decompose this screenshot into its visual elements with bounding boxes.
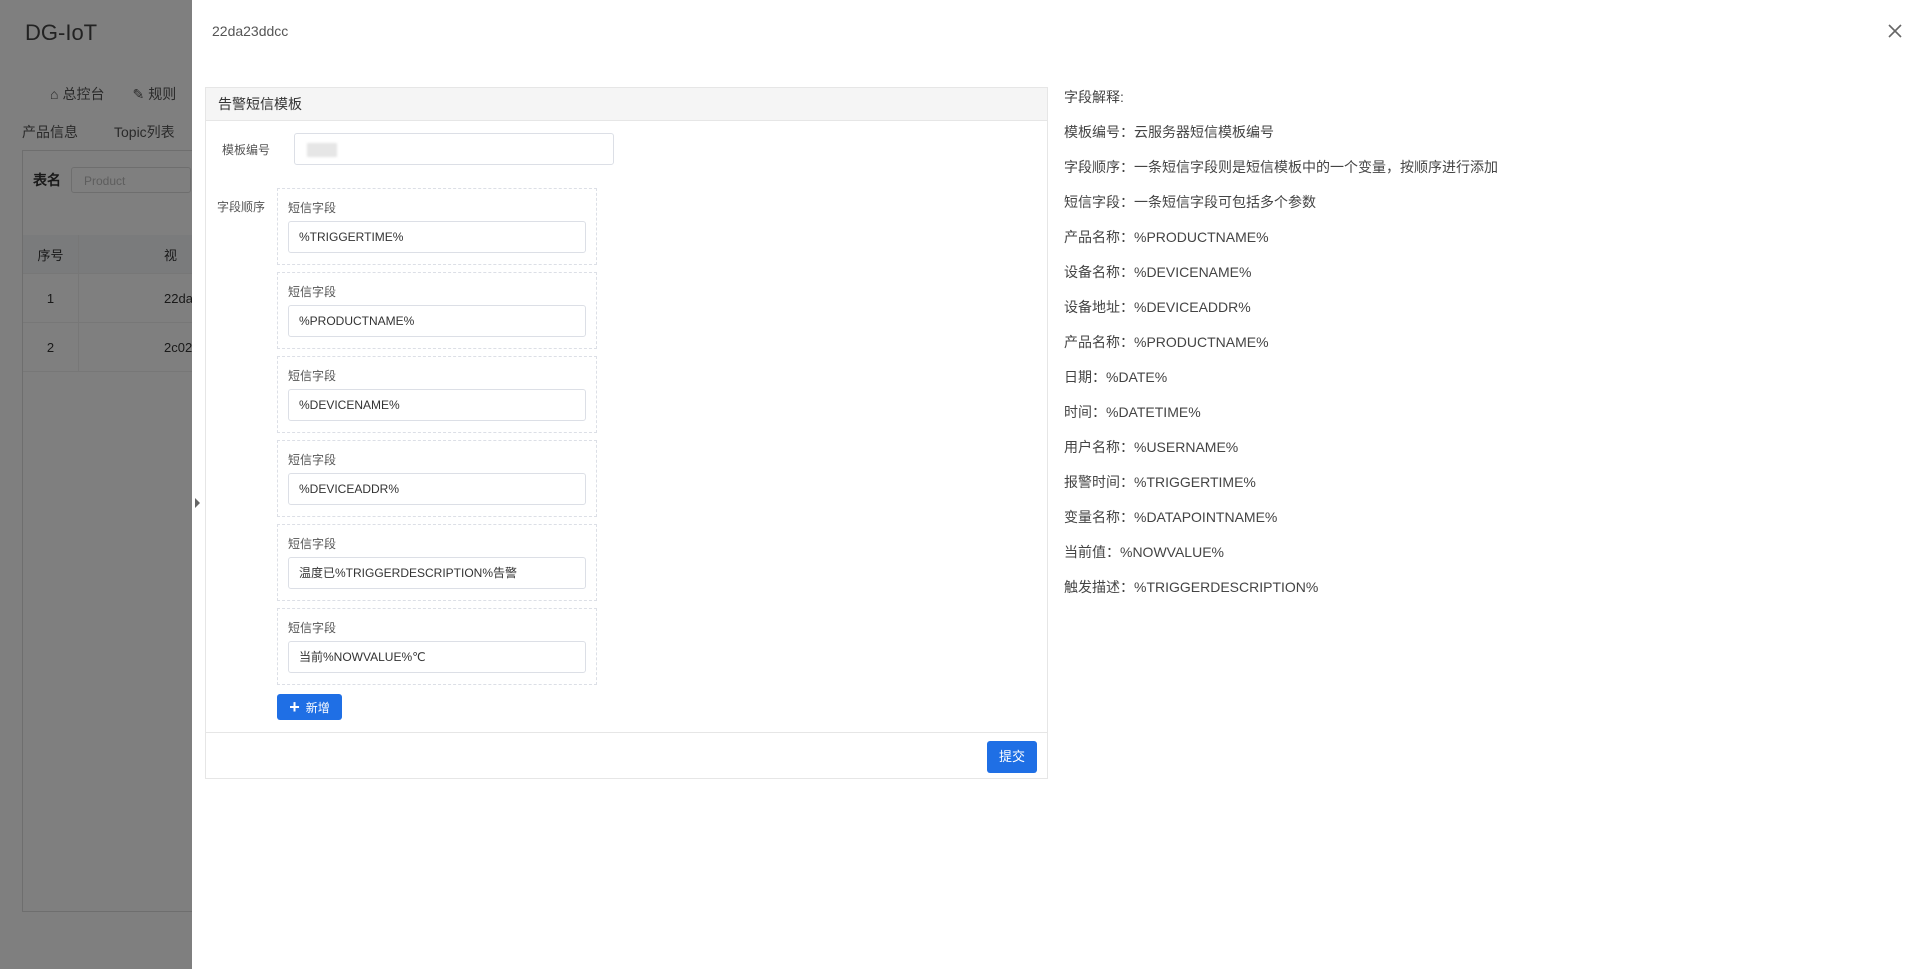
card-title: 告警短信模板 xyxy=(206,88,1047,121)
sms-field-item: 短信字段 %TRIGGERTIME% xyxy=(277,188,597,265)
sms-field-label: 短信字段 xyxy=(288,201,337,215)
sms-field-item: 短信字段 %DEVICEADDR% xyxy=(277,440,597,517)
sms-field-label: 短信字段 xyxy=(288,621,337,635)
field-explanation: 字段解释: 模板编号：云服务器短信模板编号 字段顺序：一条短信字段则是短信模板中… xyxy=(1064,87,1498,612)
plus-icon: + xyxy=(289,697,300,717)
add-field-button[interactable]: + 新增 xyxy=(277,694,342,720)
explanation-line: 触发描述：%TRIGGERDESCRIPTION% xyxy=(1064,579,1319,595)
close-button[interactable] xyxy=(1884,20,1906,42)
explanation-line: 日期：%DATE% xyxy=(1064,369,1168,385)
sms-field-item: 短信字段 %PRODUCTNAME% xyxy=(277,272,597,349)
submit-button[interactable]: 提交 xyxy=(987,741,1037,773)
field-order-label: 字段顺序 xyxy=(217,200,266,214)
explanation-line: 用户名称：%USERNAME% xyxy=(1064,439,1239,455)
explanation-line: 模板编号：云服务器短信模板编号 xyxy=(1064,124,1274,140)
sms-field-input[interactable]: %DEVICENAME% xyxy=(288,389,586,421)
sms-field-input[interactable]: %TRIGGERTIME% xyxy=(288,221,586,253)
template-code-label: 模板编号 xyxy=(222,142,271,157)
sms-field-label: 短信字段 xyxy=(288,369,337,383)
explanation-line: 设备地址：%DEVICEADDR% xyxy=(1064,299,1251,315)
explanation-line: 报警时间：%TRIGGERTIME% xyxy=(1064,474,1256,490)
sms-field-item: 短信字段 %DEVICENAME% xyxy=(277,356,597,433)
explanation-line: 短信字段：一条短信字段可包括多个参数 xyxy=(1064,194,1316,210)
sms-field-list: 短信字段 %TRIGGERTIME% 短信字段 %PRODUCTNAME% 短信… xyxy=(277,188,597,692)
explanation-line: 产品名称：%PRODUCTNAME% xyxy=(1064,229,1269,245)
add-field-label: 新增 xyxy=(305,700,330,715)
sms-template-card: 告警短信模板 模板编号 字段顺序 短信字段 %TRIGGERTIME% 短信字段… xyxy=(205,87,1048,779)
sms-field-label: 短信字段 xyxy=(288,285,337,299)
sms-field-input[interactable]: %DEVICEADDR% xyxy=(288,473,586,505)
card-footer: 提交 xyxy=(206,732,1047,780)
redacted-value xyxy=(307,143,337,157)
close-icon xyxy=(1888,24,1902,38)
sms-field-input[interactable]: 当前%NOWVALUE%℃ xyxy=(288,641,586,673)
sms-field-input[interactable]: 温度已%TRIGGERDESCRIPTION%告警 xyxy=(288,557,586,589)
explanation-line: 变量名称：%DATAPOINTNAME% xyxy=(1064,509,1278,525)
template-code-row: 模板编号 xyxy=(222,133,614,165)
explanation-line: 字段顺序：一条短信字段则是短信模板中的一个变量，按顺序进行添加 xyxy=(1064,159,1498,175)
explanation-line: 设备名称：%DEVICENAME% xyxy=(1064,264,1252,280)
drawer-panel: 22da23ddcc 告警短信模板 模板编号 字段顺序 短信字段 %TRIGGE… xyxy=(192,0,1920,969)
sms-field-item: 短信字段 温度已%TRIGGERDESCRIPTION%告警 xyxy=(277,524,597,601)
explanation-line: 当前值：%NOWVALUE% xyxy=(1064,544,1224,560)
drawer-title: 22da23ddcc xyxy=(212,23,289,39)
sms-field-label: 短信字段 xyxy=(288,453,337,467)
sms-field-item: 短信字段 当前%NOWVALUE%℃ xyxy=(277,608,597,685)
explanation-line: 时间：%DATETIME% xyxy=(1064,404,1201,420)
collapse-arrow-icon[interactable] xyxy=(195,498,200,508)
explanation-line: 产品名称：%PRODUCTNAME% xyxy=(1064,334,1269,350)
sms-field-input[interactable]: %PRODUCTNAME% xyxy=(288,305,586,337)
template-code-input[interactable] xyxy=(294,133,614,165)
explanation-line: 字段解释: xyxy=(1064,89,1124,105)
sms-field-label: 短信字段 xyxy=(288,537,337,551)
